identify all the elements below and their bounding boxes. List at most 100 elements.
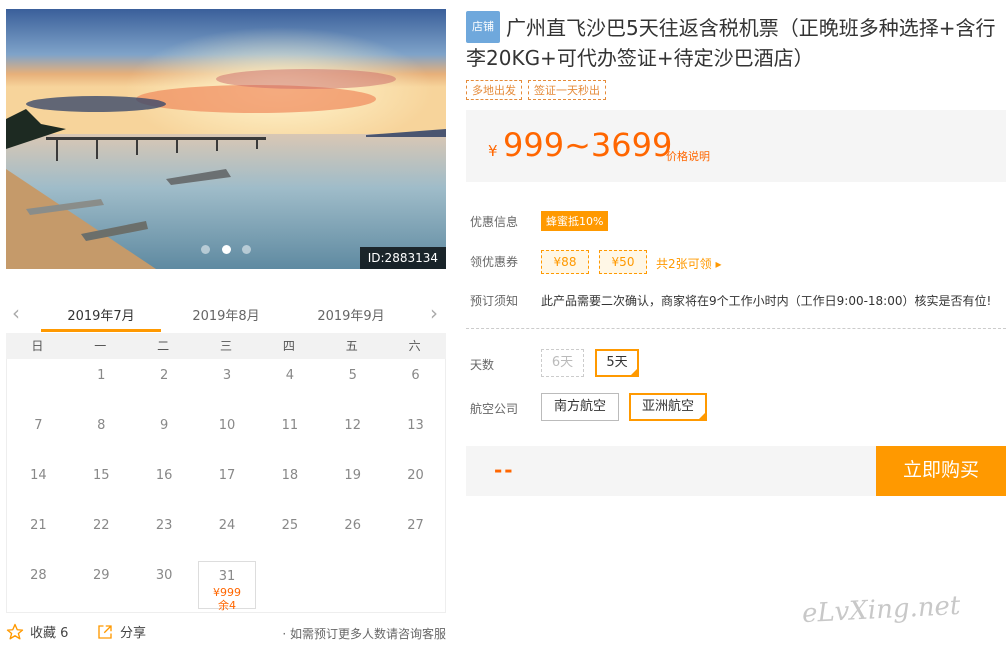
- tab-month-september[interactable]: 2019年9月: [301, 305, 401, 324]
- calendar-day-number: 25: [281, 518, 299, 533]
- calendar-day-number: 28: [30, 568, 47, 583]
- weekday-label: 日: [31, 339, 44, 353]
- sunset-pier-photo: [6, 9, 446, 269]
- calendar-weekday-header: 日一二三四五六: [6, 333, 446, 359]
- share-label: 分享: [120, 626, 147, 641]
- price-range: 999~3699: [503, 126, 673, 164]
- carousel-dot[interactable]: [200, 245, 210, 254]
- discount-badge: 蜂蜜抵10%: [541, 211, 609, 231]
- tab-month-august[interactable]: 2019年8月: [176, 305, 276, 324]
- calendar-day-number: 31: [218, 569, 236, 584]
- option-days-6[interactable]: 6天: [541, 349, 584, 377]
- calendar-day-number: 22: [93, 518, 110, 533]
- calendar-day: 10: [198, 411, 256, 459]
- calendar-day: 15: [72, 461, 130, 509]
- calendar-grid: 1 2 3 4 5 6 7 8 9 10 11 12 13 14 15 16 17 18 19 20 21 22 23 24 2…: [6, 359, 446, 613]
- calendar-day-number: 15: [93, 468, 110, 483]
- calendar-day: 23: [135, 511, 193, 559]
- calendar-day: 3: [198, 361, 256, 409]
- coupon-claim-link[interactable]: 共2张可领 ▸: [656, 255, 721, 272]
- calendar-day-number: 7: [34, 418, 43, 433]
- calendar-day-number: 13: [407, 418, 424, 433]
- weekday-label: 四: [282, 339, 295, 353]
- calendar-day-number: 17: [218, 468, 236, 483]
- product-title-block: 店铺 广州直飞沙巴5天往返含税机票（正晚班多种选择+含行李20KG+可代办签证+待…: [466, 11, 1001, 73]
- carousel-dot-active[interactable]: [221, 245, 231, 254]
- calendar-day-number: 4: [285, 368, 294, 383]
- calendar-day: 20: [387, 461, 445, 509]
- calendar-day-number: 21: [30, 518, 47, 533]
- calendar-day: 21: [9, 511, 67, 559]
- calendar-day: 13: [387, 411, 445, 459]
- calendar-day-number: 16: [155, 468, 173, 483]
- calendar-day-number: 10: [218, 418, 236, 433]
- calendar-day-number: 23: [155, 518, 173, 533]
- buy-now-button[interactable]: 立即购买: [876, 446, 1006, 496]
- calendar-day: 30: [135, 561, 193, 609]
- calendar-day-price: ¥999: [213, 586, 241, 599]
- calendar-day: 8: [72, 411, 130, 459]
- total-price-placeholder: --: [494, 458, 515, 482]
- calendar-day: 16: [135, 461, 193, 509]
- product-title: 店铺 广州直飞沙巴5天往返含税机票（正晚班多种选择+含行李20KG+可代办签证+待…: [466, 11, 1001, 73]
- calendar-day: 6: [387, 361, 445, 409]
- carousel-dot[interactable]: [242, 245, 252, 254]
- calendar-day-number: 6: [411, 368, 420, 383]
- calendar-day: 29: [72, 561, 130, 609]
- calendar-day-number: 18: [281, 468, 299, 483]
- calendar-day-number: 19: [344, 468, 361, 483]
- total-price-bar: --: [466, 446, 876, 496]
- calendar-day-number: 24: [218, 518, 236, 533]
- product-tag: 签证一天秒出: [528, 80, 606, 100]
- calendar-day-number: 27: [407, 518, 424, 533]
- calendar-day: 9: [135, 411, 193, 459]
- weekday-label: 一: [94, 339, 107, 353]
- divider: [466, 328, 1006, 329]
- star-icon: [6, 623, 24, 639]
- option-airline-airasia[interactable]: 亚洲航空: [629, 393, 707, 421]
- calendar-day: 12: [324, 411, 382, 459]
- coupon-label: 领优惠券: [470, 255, 519, 269]
- site-watermark: eLvXing.net: [801, 590, 962, 630]
- price-explanation-link[interactable]: 价格说明: [666, 148, 710, 164]
- calendar-day: 2: [135, 361, 193, 409]
- calendar-day-number: 3: [222, 368, 232, 383]
- product-title-text: 广州直飞沙巴5天往返含税机票（正晚班多种选择+含行李20KG+可代办签证+待定沙…: [466, 16, 996, 70]
- calendar-day: 28: [9, 561, 67, 609]
- option-days-5[interactable]: 5天: [595, 349, 639, 377]
- booking-notice-text: 此产品需要二次确认，商家将在9个工作小时内（工作日9:00-18:00）核实是否…: [541, 294, 992, 308]
- calendar-day: 7: [9, 411, 67, 459]
- calendar-day-number: 2: [160, 368, 169, 383]
- coupon-88[interactable]: ¥88: [541, 250, 589, 274]
- calendar-day: 18: [261, 461, 319, 509]
- share-button[interactable]: 分享: [96, 622, 146, 641]
- option-airline-china-southern[interactable]: 南方航空: [541, 393, 619, 421]
- product-footer: 收藏 6 分享 · 如需预订更多人数请咨询客服: [6, 622, 446, 644]
- chevron-left-icon[interactable]: ‹: [12, 303, 20, 323]
- calendar-day-number: 14: [30, 468, 47, 483]
- calendar-day: 1: [72, 361, 130, 409]
- calendar-day-number: 9: [160, 418, 169, 433]
- favorite-button[interactable]: 收藏 6: [6, 622, 68, 641]
- calendar-day-number: 29: [93, 568, 110, 583]
- calendar-day-stock: 余4: [218, 599, 236, 612]
- calendar-day: 22: [72, 511, 130, 559]
- image-id-label: ID:2883134: [359, 247, 446, 269]
- price-box: ¥ 999~3699 价格说明: [466, 110, 1006, 182]
- calendar-month-nav: ‹ 2019年7月 2019年8月 2019年9月 ›: [6, 297, 446, 333]
- weekday-label: 六: [408, 339, 421, 353]
- tab-month-july[interactable]: 2019年7月: [41, 305, 161, 332]
- calendar-day-number: 12: [344, 418, 361, 433]
- calendar-day-number: 20: [407, 468, 424, 483]
- coupon-50[interactable]: ¥50: [599, 250, 647, 274]
- calendar-day: 17: [198, 461, 256, 509]
- currency-symbol: ¥: [488, 142, 498, 160]
- shop-badge: 店铺: [466, 11, 500, 43]
- product-gallery[interactable]: ID:2883134: [6, 9, 446, 269]
- calendar-day: 19: [324, 461, 382, 509]
- chevron-right-icon[interactable]: ›: [430, 303, 438, 323]
- calendar-day: 14: [9, 461, 67, 509]
- calendar-day: 27: [387, 511, 445, 559]
- weekday-label: 二: [157, 339, 170, 353]
- calendar-day-available[interactable]: 31 ¥999 余4: [198, 561, 256, 612]
